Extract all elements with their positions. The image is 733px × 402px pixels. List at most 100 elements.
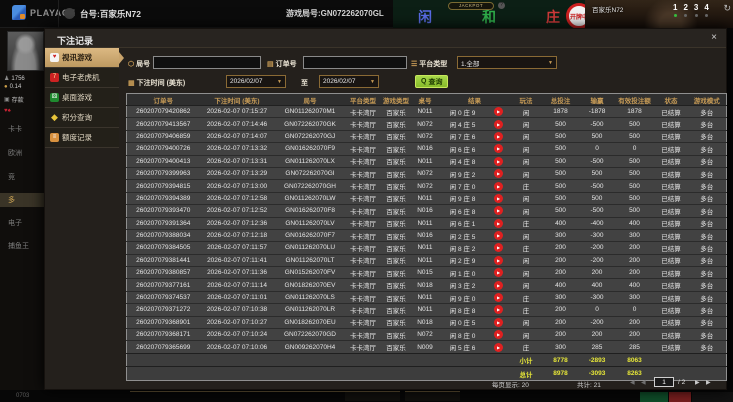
play-icon[interactable]: ▶ <box>494 317 503 327</box>
dealer-video-thumbnail[interactable]: 百家乐N72 1 2 3 4 ↻ <box>585 0 733 28</box>
replay-video-icon[interactable]: ▶ <box>486 129 511 143</box>
replay-video-icon[interactable]: ▶ <box>486 117 511 131</box>
last-page-icon[interactable]: ▶ <box>706 379 711 386</box>
table-row: 260207079420862 2026-02-07 07:15:27 GN0112… <box>126 104 727 118</box>
replay-video-icon[interactable]: ▶ <box>486 166 511 180</box>
sidebar-item-multi[interactable]: 多 <box>0 193 44 207</box>
table-row: 260207079368901 2026-02-07 07:10:27 GN0182… <box>126 315 727 329</box>
cell-play: 庄 <box>510 241 542 255</box>
menu-item-slots[interactable]: 7 电子老虎机 <box>45 68 119 88</box>
play-icon[interactable]: ▶ <box>494 243 503 253</box>
sidebar-item-fishing[interactable]: 捕鱼王 <box>0 241 44 251</box>
cards-shortcut[interactable]: ♥♠ <box>4 108 11 114</box>
cell-platform: 卡卡湾厅 <box>345 179 381 193</box>
video-page-2[interactable]: 2 <box>683 3 688 17</box>
replay-video-icon[interactable]: ▶ <box>486 303 511 317</box>
table-number-label: 台号:百家乐N72 <box>80 9 141 19</box>
replay-video-icon[interactable]: ▶ <box>486 278 511 292</box>
menu-item-video-games[interactable]: ♥ 视讯游戏 <box>45 48 124 68</box>
cell-mode: 多台 <box>687 179 727 193</box>
first-page-icon[interactable]: ◀ <box>630 379 635 386</box>
date-to-select[interactable]: 2026/02/07 ▼ <box>319 75 379 88</box>
cell-status: 已结算 <box>654 253 688 267</box>
replay-video-icon[interactable]: ▶ <box>486 104 511 118</box>
bet-records-modal: 下注记录 × ♥ 视讯游戏 7 电子老虎机 ⚄ 桌面游戏 ◆ 积分查询 ≡ 额度… <box>44 28 727 390</box>
play-icon[interactable]: ▶ <box>494 280 503 290</box>
col-game: 游戏类型 <box>380 93 412 106</box>
sidebar-item-kaka[interactable]: 卡卡 <box>0 124 44 134</box>
sidebar-item-europe[interactable]: 欧洲 <box>0 148 44 158</box>
tag-icon: ⬡ <box>128 61 135 68</box>
replay-video-icon[interactable]: ▶ <box>486 154 511 168</box>
cell-table: N072 <box>411 117 439 131</box>
search-button[interactable]: Q 查询 <box>415 75 449 88</box>
play-icon[interactable]: ▶ <box>494 305 503 315</box>
play-icon[interactable]: ▶ <box>494 181 503 191</box>
refresh-icon[interactable]: ↻ <box>723 3 731 14</box>
menu-item-points-query[interactable]: ◆ 积分查询 <box>45 108 119 128</box>
play-icon[interactable]: ▶ <box>494 131 503 141</box>
replay-video-icon[interactable]: ▶ <box>486 179 511 193</box>
replay-video-icon[interactable]: ▶ <box>486 315 511 329</box>
cell-time: 2026-02-07 07:12:52 <box>199 204 275 218</box>
help-icon[interactable]: ? <box>498 2 505 9</box>
replay-video-icon[interactable]: ▶ <box>486 340 511 354</box>
play-icon[interactable]: ▶ <box>494 330 503 340</box>
deposit-button[interactable]: ▣ 存款 <box>4 95 24 104</box>
replay-video-icon[interactable]: ▶ <box>486 328 511 341</box>
replay-video-icon[interactable]: ▶ <box>486 216 511 230</box>
play-icon[interactable]: ▶ <box>494 293 503 303</box>
play-icon[interactable]: ▶ <box>494 206 503 216</box>
subtotal-valid: 8063 <box>614 352 655 367</box>
play-icon[interactable]: ▶ <box>494 342 503 352</box>
prev-page-icon[interactable]: ◀ <box>641 379 646 386</box>
play-icon[interactable]: ▶ <box>494 156 503 166</box>
table-row: 260207079377161 2026-02-07 07:11:14 GN0182… <box>126 278 727 292</box>
cell-status: 已结算 <box>654 340 688 354</box>
sidebar-item-electronic[interactable]: 电子 <box>0 218 44 228</box>
cell-status: 已结算 <box>654 228 688 242</box>
play-icon[interactable]: ▶ <box>494 268 503 278</box>
video-page-4[interactable]: 4 <box>704 3 709 17</box>
cell-mode: 多台 <box>687 154 727 168</box>
page-dot <box>705 14 709 17</box>
cell-game: 百家乐 <box>380 166 412 180</box>
replay-video-icon[interactable]: ▶ <box>486 290 511 304</box>
close-icon[interactable]: × <box>711 32 717 43</box>
play-icon[interactable]: ▶ <box>494 169 503 179</box>
play-icon[interactable]: ▶ <box>494 144 503 154</box>
video-page-3[interactable]: 3 <box>694 3 698 17</box>
play-icon[interactable]: ▶ <box>494 193 503 203</box>
cell-time: 2026-02-07 07:14:07 <box>199 129 275 143</box>
cell-status: 已结算 <box>654 328 688 341</box>
play-icon[interactable]: ▶ <box>494 119 503 129</box>
search-icon: Q <box>421 78 427 85</box>
replay-video-icon[interactable]: ▶ <box>486 191 511 205</box>
play-icon[interactable]: ▶ <box>494 231 503 241</box>
date-from-select[interactable]: 2026/02/07 ▼ <box>226 75 286 88</box>
cell-game: 百家乐 <box>380 253 412 267</box>
video-page-1[interactable]: 1 <box>673 3 677 17</box>
menu-item-credit-records[interactable]: ≡ 额度记录 <box>45 128 119 148</box>
sidebar-item-jing[interactable]: 竞 <box>0 172 44 182</box>
platform-type-select[interactable]: 1.全部 ▼ <box>457 56 557 69</box>
date-to-value: 2026/02/07 <box>323 78 356 85</box>
replay-video-icon[interactable]: ▶ <box>486 253 511 267</box>
menu-label: 桌面游戏 <box>62 93 92 102</box>
page-input[interactable]: 1 <box>654 377 674 387</box>
play-icon[interactable]: ▶ <box>494 218 503 228</box>
replay-video-icon[interactable]: ▶ <box>486 142 511 156</box>
replay-video-icon[interactable]: ▶ <box>486 204 511 218</box>
play-icon[interactable]: ▶ <box>494 255 503 265</box>
next-page-icon[interactable]: ▶ <box>695 379 700 386</box>
play-icon[interactable]: ▶ <box>494 107 503 117</box>
replay-video-icon[interactable]: ▶ <box>486 266 511 279</box>
cell-result: 闲 6 庄 1 <box>438 216 487 230</box>
replay-video-icon[interactable]: ▶ <box>486 241 511 255</box>
cell-order: 260207079391364 <box>126 216 200 230</box>
col-valid: 有效投注额 <box>614 93 655 106</box>
order-no-input[interactable] <box>303 56 407 69</box>
menu-item-table-games[interactable]: ⚄ 桌面游戏 <box>45 88 119 108</box>
round-no-input[interactable] <box>153 56 261 69</box>
replay-video-icon[interactable]: ▶ <box>486 228 511 242</box>
